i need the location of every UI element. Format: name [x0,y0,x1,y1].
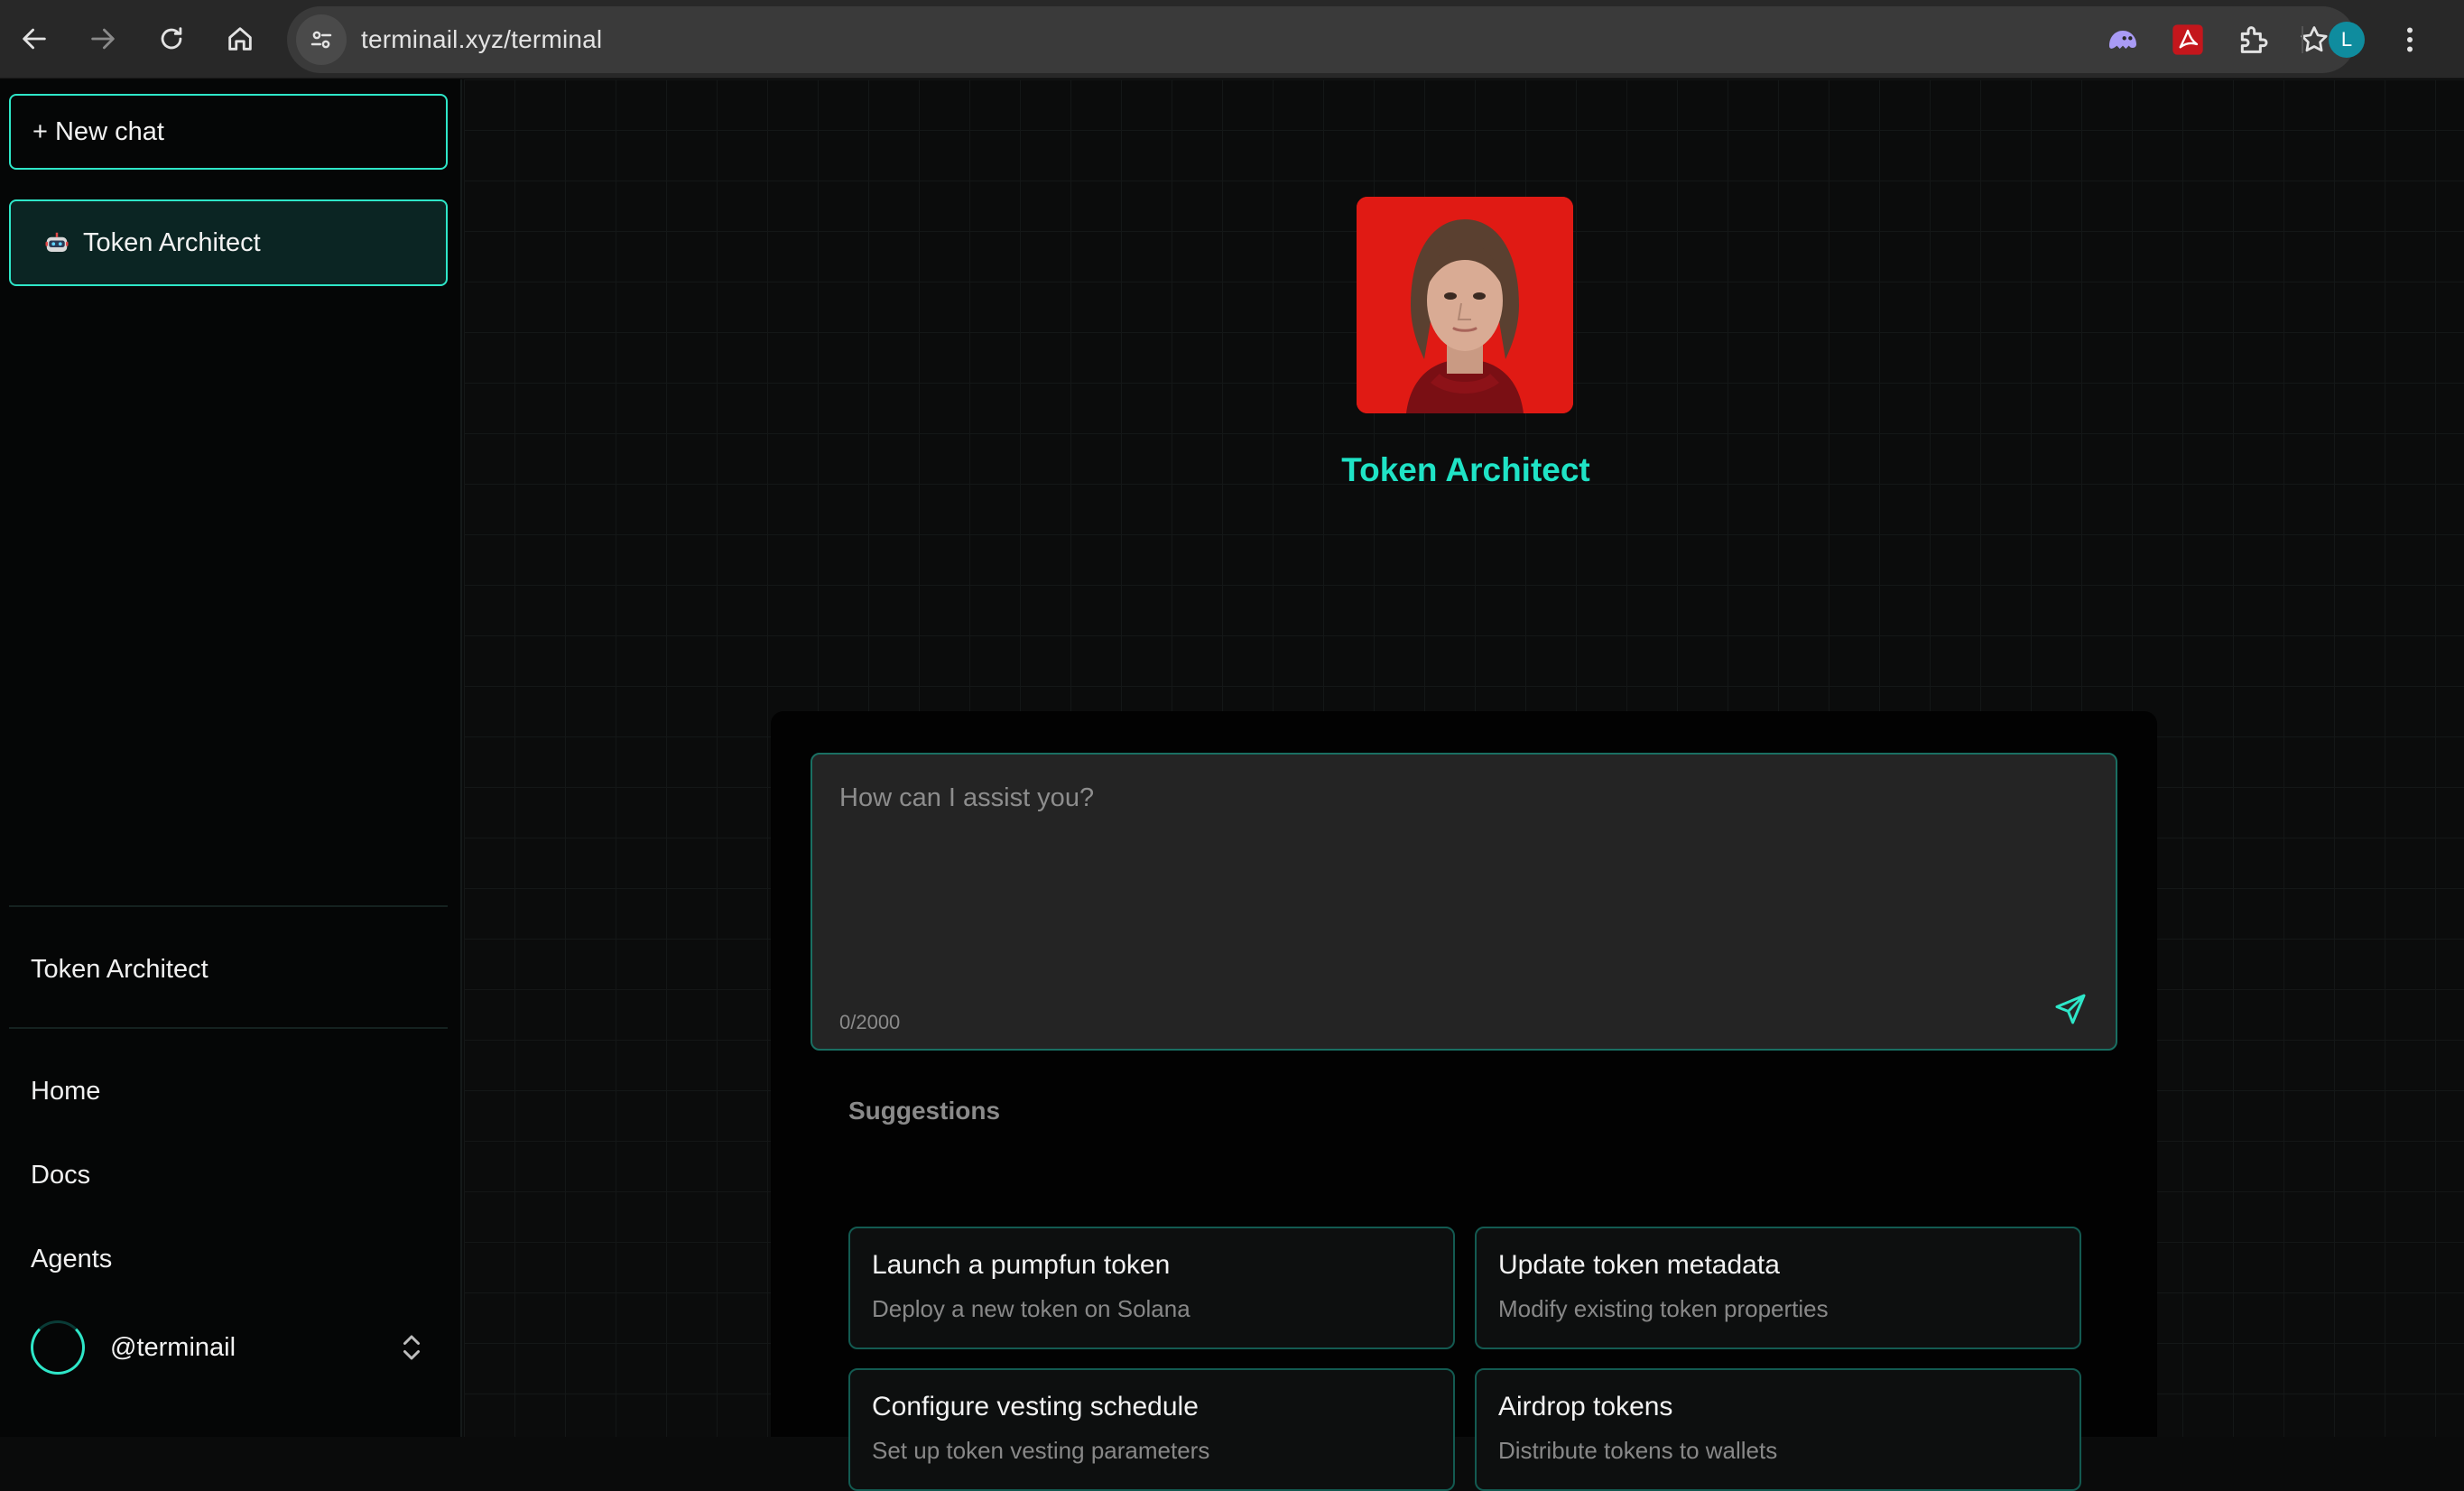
sidebar-section-label: Token Architect [31,955,208,984]
chat-panel: 0/2000 Suggestions Launch a pumpfun toke… [771,711,2157,1491]
more-vertical-icon [2407,27,2413,51]
suggestion-title: Launch a pumpfun token [872,1250,1171,1280]
browser-toolbar: terminail.xyz/terminal L [0,0,2464,79]
suggestion-card[interactable]: Airdrop tokens Distribute tokens to wall… [1475,1368,2081,1491]
profile-avatar[interactable]: L [2329,21,2365,58]
agent-name: Token Architect [1341,451,1590,488]
chevron-up-down-icon [403,1335,420,1360]
suggestion-title: Airdrop tokens [1498,1392,1673,1422]
extensions-area: L [2103,0,2428,79]
suggestion-subtitle: Distribute tokens to wallets [1498,1437,1778,1464]
chat-input[interactable] [839,783,2085,964]
acrobat-icon [2172,23,2203,55]
address-bar[interactable]: terminail.xyz/terminal [287,6,2356,73]
suggestion-title: Update token metadata [1498,1250,1780,1280]
sidebar-divider [9,1027,448,1029]
ghost-extension-button[interactable] [2103,20,2143,60]
home-icon [228,27,252,51]
back-button[interactable] [0,5,69,73]
suggestion-subtitle: Deploy a new token on Solana [872,1295,1190,1322]
url-text[interactable]: terminail.xyz/terminal [361,25,602,54]
pdf-extension-button[interactable] [2168,20,2208,60]
suggestion-subtitle: Modify existing token properties [1498,1295,1829,1322]
arrow-right-icon [91,28,115,50]
sidebar-item-home[interactable]: Home [31,1077,100,1107]
home-button[interactable] [206,5,274,73]
suggestion-card[interactable]: Configure vesting schedule Set up token … [848,1368,1455,1491]
browser-menu-button[interactable] [2392,22,2428,58]
robot-icon [45,232,69,252]
reload-button[interactable] [137,5,206,73]
sidebar: + New chat Token Architect Token Archite… [0,79,462,1437]
suggestion-subtitle: Set up token vesting parameters [872,1437,1210,1464]
agent-portrait-image [1357,197,1573,413]
suggestion-card[interactable]: Update token metadata Modify existing to… [1475,1227,2081,1349]
user-menu[interactable]: @terminail [31,1318,428,1377]
suggestions-heading: Suggestions [848,1097,1001,1125]
new-chat-button[interactable]: + New chat [9,94,448,170]
main-content: Token Architect 0/2000 Suggestions Launc… [464,79,2464,1491]
send-icon[interactable] [2052,991,2089,1027]
forward-button[interactable] [69,5,137,73]
chat-item-token-architect[interactable]: Token Architect [9,199,448,286]
site-info-button[interactable] [296,14,347,65]
chat-input-box: 0/2000 [811,753,2117,1051]
tune-icon [310,31,332,49]
ghost-icon [2109,30,2136,49]
suggestion-card[interactable]: Launch a pumpfun token Deploy a new toke… [848,1227,1455,1349]
suggestion-title: Configure vesting schedule [872,1392,1199,1422]
sidebar-item-docs[interactable]: Docs [31,1161,90,1190]
puzzle-icon [2240,25,2268,53]
user-avatar [31,1320,85,1375]
agent-avatar [1357,197,1573,413]
user-handle: @terminail [110,1332,236,1362]
toolbar-divider [2302,25,2303,53]
sidebar-divider [9,905,448,907]
arrow-left-icon [23,28,46,50]
sidebar-item-agents[interactable]: Agents [31,1245,112,1274]
reload-icon [161,27,182,50]
chat-item-label: Token Architect [83,227,261,257]
extensions-button[interactable] [2233,20,2273,60]
character-counter: 0/2000 [839,1011,901,1033]
